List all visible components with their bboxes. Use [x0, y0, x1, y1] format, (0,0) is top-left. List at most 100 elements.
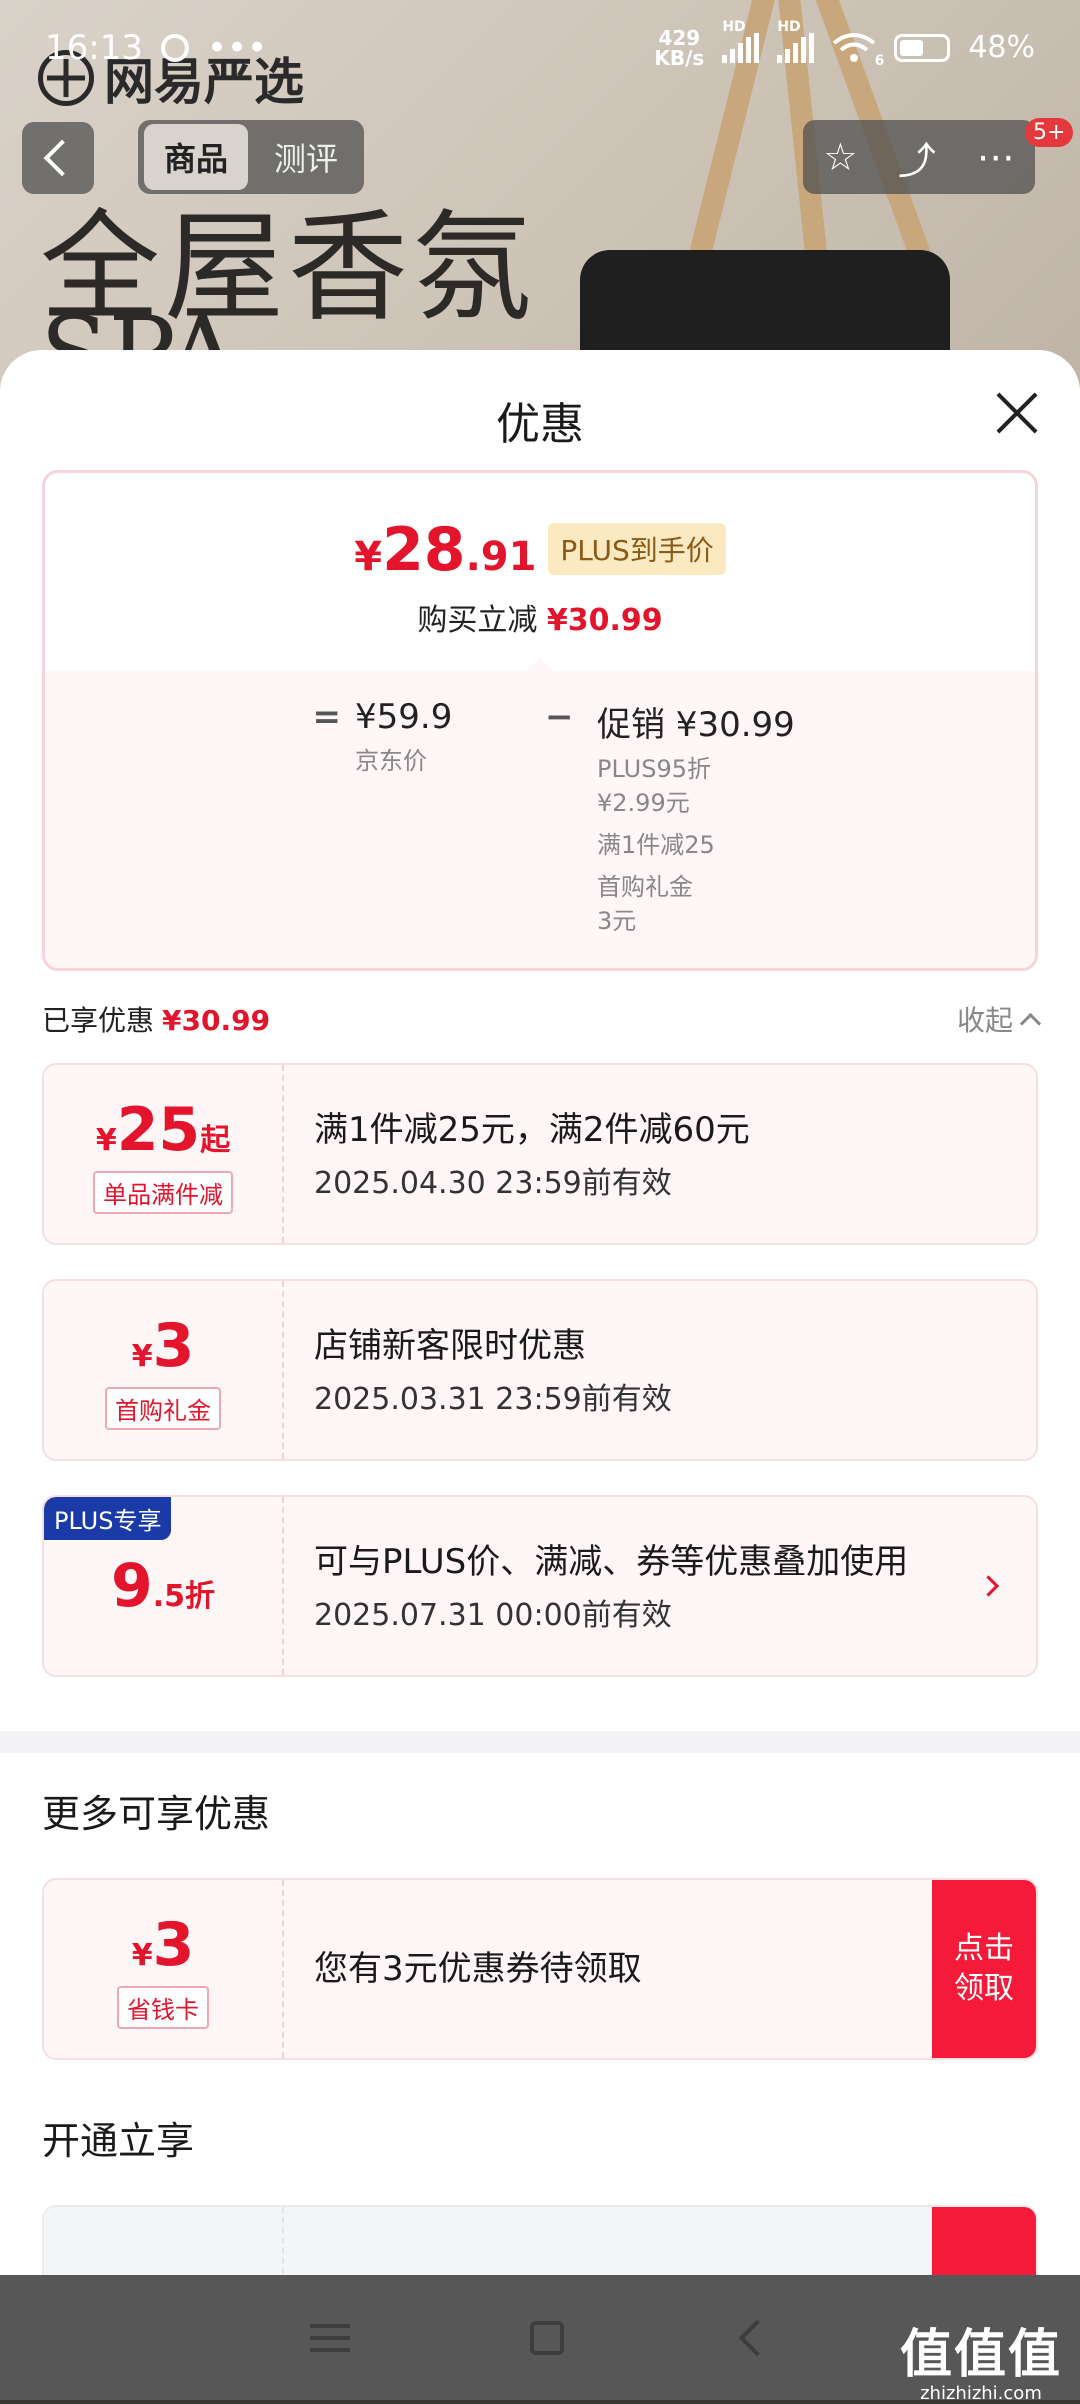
enjoyed-discount-row: 已享优惠 ¥30.99 收起 — [42, 971, 1042, 1063]
more-menu-icon[interactable]: ⋯ — [977, 135, 1015, 179]
minus-sign: − — [545, 697, 574, 737]
network-speed: 429 KB/s — [654, 28, 704, 68]
status-bar: 16:13 ••• 429 KB/s HD HD 6 48% — [0, 0, 1080, 95]
chevron-up-icon — [1019, 1012, 1042, 1034]
back-arrow-icon — [43, 139, 81, 177]
coupon-expiry: 2025.07.31 00:00前有效 — [314, 1598, 672, 1633]
promotion-details: PLUS95折 ¥2.99元 满1件减25 首购礼金 3元 — [597, 752, 795, 938]
coupon-currency: ¥ — [95, 1122, 117, 1158]
top-actions: ☆ ⤴ ⋯ — [803, 120, 1035, 194]
collapse-label: 收起 — [956, 1004, 1013, 1037]
watermark-url: zhizhizhi.com — [920, 2383, 1042, 2404]
net-speed-unit: KB/s — [654, 45, 705, 70]
coupon-title: 满1件减25元，满2件减60元 — [314, 1110, 750, 1150]
signal-bars-icon — [777, 32, 815, 63]
coupon-type-tag: 省钱卡 — [117, 1985, 209, 2029]
clock: 16:13 — [45, 27, 143, 68]
promotion-breakdown: 促销 ¥30.99 PLUS95折 ¥2.99元 满1件减25 首购礼金 3元 — [597, 697, 795, 938]
promotion-total: 促销 ¥30.99 — [597, 705, 795, 745]
coupon-currency: ¥ — [131, 1338, 153, 1374]
recent-apps-icon[interactable] — [310, 2323, 350, 2352]
product-tabs: 商品 测评 — [138, 120, 365, 194]
final-price: ¥28.91 — [354, 515, 536, 585]
instant-discount: 购买立减 ¥30.99 — [45, 595, 1035, 639]
coupon-value: 25 — [116, 1094, 201, 1165]
tab-product[interactable]: 商品 — [144, 124, 249, 190]
instant-discount-amount: ¥30.99 — [546, 603, 663, 638]
coupon-type-tag: 单品满件减 — [93, 1170, 233, 1214]
coupon-type-tag: 首购礼金 — [105, 1386, 221, 1430]
system-back-icon[interactable] — [738, 2319, 776, 2356]
sheet-title: 优惠 — [496, 399, 584, 450]
discount-sheet: 优惠 ¥28.91 PLUS到手价 购买立减 ¥30.99 = ¥59.9 京东… — [0, 350, 1080, 2275]
price-integer: 28 — [382, 515, 466, 585]
promo-detail: PLUS95折 — [597, 755, 711, 783]
share-icon[interactable]: ⤴ — [898, 130, 936, 185]
price-currency: ¥ — [354, 534, 383, 580]
base-price: ¥59.9 京东价 — [355, 697, 545, 938]
equals-sign: = — [312, 697, 342, 737]
battery-icon — [894, 33, 951, 62]
promo-detail: ¥2.99元 — [597, 789, 690, 817]
promo-detail: 满1件减25 — [597, 831, 715, 859]
plus-exclusive-badge: PLUS专享 — [44, 1497, 172, 1540]
focus-mode-icon — [160, 33, 189, 62]
coupon-card[interactable]: ¥25 起 单品满件减 满1件减25元，满2件减60元 2025.04.30 23… — [42, 1063, 1038, 1245]
wifi-version: 6 — [874, 52, 885, 69]
coupon-amount: ¥25 起 — [96, 1095, 230, 1165]
membership-card[interactable]: 立即 — [42, 2205, 1038, 2275]
message-badge: 5+ — [1025, 118, 1074, 147]
more-discounts-section: 更多可享优惠 ¥3 省钱卡 您有3元优惠券待领取 点击 领取 — [0, 1753, 1080, 2100]
coupon-expiry: 2025.04.30 23:59前有效 — [314, 1166, 672, 1201]
enjoyed-label: 已享优惠 — [42, 1004, 155, 1037]
signal-1: HD — [722, 19, 760, 63]
coupon-suffix: .5折 — [152, 1579, 216, 1614]
promo-detail: 首购礼金 — [597, 873, 693, 901]
claim-button-label: 点击 领取 — [954, 1931, 1014, 2006]
net-speed-value: 429 — [658, 25, 701, 50]
signal-bars-icon — [722, 32, 760, 63]
coupon-amount: ¥3 — [132, 1910, 195, 1980]
coupon-amount: 9.5折 — [111, 1551, 215, 1621]
enjoyed-amount: ¥30.99 — [162, 1004, 271, 1037]
pointer-arrow — [526, 658, 554, 672]
coupon-title: 店铺新客限时优惠 — [314, 1326, 586, 1366]
savings-card-coupon[interactable]: ¥3 省钱卡 您有3元优惠券待领取 点击 领取 — [42, 1878, 1038, 2060]
section-title: 更多可享优惠 — [42, 1792, 271, 1836]
favorite-star-icon[interactable]: ☆ — [823, 135, 857, 179]
section-title: 开通立享 — [42, 2119, 195, 2163]
base-price-value: ¥59.9 — [355, 697, 453, 737]
battery-level: 48% — [968, 30, 1035, 65]
signal-2: HD — [777, 19, 815, 63]
plus-discount-card[interactable]: PLUS专享 9.5折 可与PLUS价、满减、券等优惠叠加使用 2025.07.… — [42, 1495, 1038, 1677]
open-now-button[interactable]: 立即 — [932, 2207, 1036, 2275]
hd-label: HD — [722, 18, 746, 35]
tab-review[interactable]: 测评 — [254, 124, 358, 190]
hd-label: HD — [777, 18, 801, 35]
site-watermark: 值值值 zhizhizhi.com — [900, 2312, 1062, 2404]
coupon-value: 3 — [152, 1909, 195, 1980]
promo-detail: 3元 — [597, 907, 637, 935]
coupon-suffix: 起 — [200, 1122, 231, 1158]
wifi-icon: 6 — [832, 32, 884, 69]
coupon-expiry: 2025.03.31 23:59前有效 — [314, 1382, 672, 1417]
watermark-logo: 值值值 — [899, 2325, 1062, 2385]
claim-button[interactable]: 点击 领取 — [932, 1880, 1036, 2058]
coupon-amount: ¥3 — [132, 1311, 195, 1381]
open-membership-section: 开通立享 立即 — [0, 2100, 1080, 2275]
sheet-header: 优惠 — [0, 350, 1080, 470]
base-price-label: 京东价 — [355, 747, 427, 775]
close-icon[interactable] — [994, 390, 1040, 436]
coupon-value: 3 — [152, 1310, 195, 1381]
plus-price-tag: PLUS到手价 — [548, 523, 726, 575]
coupon-currency: ¥ — [131, 1937, 153, 1973]
coupon-card[interactable]: ¥3 首购礼金 店铺新客限时优惠 2025.03.31 23:59前有效 — [42, 1279, 1038, 1461]
collapse-toggle[interactable]: 收起 — [956, 999, 1042, 1039]
coupon-title: 可与PLUS价、满减、券等优惠叠加使用 — [314, 1542, 909, 1582]
coupon-title: 您有3元优惠券待领取 — [314, 1949, 642, 1989]
price-breakdown-card: ¥28.91 PLUS到手价 购买立减 ¥30.99 = ¥59.9 京东价 − — [42, 470, 1038, 971]
instant-discount-label: 购买立减 — [417, 603, 538, 638]
more-notifications-icon: ••• — [206, 27, 268, 68]
back-button[interactable] — [22, 122, 94, 194]
home-icon[interactable] — [530, 2320, 564, 2355]
